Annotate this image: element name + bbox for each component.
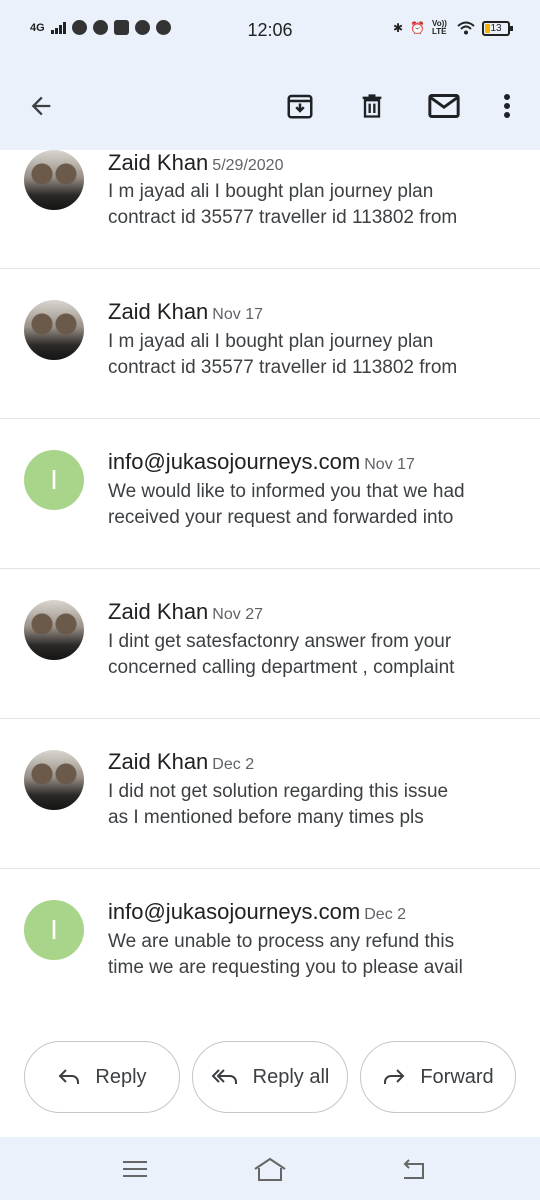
message-date: Nov 27 [212,606,263,623]
action-buttons: Reply Reply all Forward [0,1041,540,1113]
status-bar: 4G 12:06 ✱ ⏰ Vo)) LTE 13 [0,0,540,62]
system-nav-bar [0,1137,540,1200]
back-nav-button[interactable] [392,1155,432,1183]
sender-name: Zaid Khan [108,599,209,624]
message-item[interactable]: Zaid Khan 5/29/2020 I m jayad ali I bough… [0,150,540,269]
message-item[interactable]: Zaid Khan Dec 2 I did not get solution re… [0,719,540,869]
message-snippet-line: I m jayad ali I bought plan journey plan [108,181,434,202]
sender-name: Zaid Khan [108,299,209,324]
message-header: info@jukasojourneys.com Dec 2 [108,899,406,925]
message-snippet-line: I dint get satesfactonry answer from you… [108,631,452,652]
archive-icon [287,94,313,119]
message-date: Dec 2 [364,906,407,923]
reply-label: Reply [95,1065,147,1088]
mark-unread-button[interactable] [422,84,466,128]
bluetooth-icon: ✱ [392,21,404,35]
message-item[interactable]: I info@jukasojourneys.com Dec 2 We are un… [0,869,540,1019]
avatar [24,300,84,360]
reply-button[interactable]: Reply [24,1041,180,1113]
message-snippet-line: as I mentioned before many times pls [108,807,424,828]
message-thread: Zaid Khan 5/29/2020 I m jayad ali I bough… [0,150,540,1019]
more-options-button[interactable] [485,84,529,128]
alarm-icon: ⏰ [410,21,425,35]
message-header: Zaid Khan Nov 27 [108,599,263,625]
wifi-icon [457,21,475,35]
mark-unread-icon [428,94,460,118]
message-item[interactable]: Zaid Khan Nov 27 I dint get satesfactonry… [0,569,540,719]
delete-icon [362,94,382,118]
reply-icon [59,1069,80,1084]
message-snippet-line: We are unable to process any refund this [108,931,455,952]
message-header: info@jukasojourneys.com Nov 17 [108,449,415,475]
message-date: Nov 17 [212,306,263,323]
message-snippet-line: I m jayad ali I bought plan journey plan [108,331,434,352]
forward-button[interactable]: Forward [360,1041,516,1113]
message-header: Zaid Khan 5/29/2020 [108,150,283,176]
message-snippet-line: I did not get solution regarding this is… [108,781,449,802]
message-item[interactable]: Zaid Khan Nov 17 I m jayad ali I bought p… [0,269,540,419]
sender-name: info@jukasojourneys.com [108,899,361,924]
archive-button[interactable] [278,84,322,128]
message-snippet-line: We would like to informed you that we ha… [108,481,465,502]
message-snippet-line: contract id 35577 traveller id 113802 fr… [108,207,458,228]
status-right-icons: ✱ ⏰ Vo)) LTE 13 [392,19,513,36]
avatar: I [24,450,84,510]
message-date: Nov 17 [364,456,415,473]
top-app-bar [0,62,540,150]
home-button[interactable] [250,1155,290,1183]
volte-label: Vo)) LTE [432,19,447,36]
sender-name: info@jukasojourneys.com [108,449,361,474]
message-snippet-line: received your request and forwarded into [108,507,454,528]
message-header: Zaid Khan Dec 2 [108,749,254,775]
system-back-icon [403,1159,424,1179]
message-date: Dec 2 [212,756,255,773]
reply-all-icon [211,1069,237,1084]
avatar: I [24,900,84,960]
avatar [24,600,84,660]
message-snippet-line: time we are requesting you to please ava… [108,957,463,978]
message-date: 5/29/2020 [212,157,284,174]
forward-label: Forward [420,1065,494,1088]
avatar [24,150,84,210]
sender-name: Zaid Khan [108,749,209,774]
message-item[interactable]: I info@jukasojourneys.com Nov 17 We would… [0,419,540,569]
home-icon [254,1157,286,1181]
message-snippet-line: contract id 35577 traveller id 113802 fr… [108,357,458,378]
more-vert-icon [504,94,510,118]
delete-button[interactable] [350,84,394,128]
reply-all-label: Reply all [252,1065,330,1088]
recents-button[interactable] [115,1155,155,1183]
battery-icon: 13 [482,20,513,36]
message-snippet-line: concerned calling department , complaint [108,657,455,678]
sender-name: Zaid Khan [108,150,209,175]
avatar [24,750,84,810]
battery-level: 13 [490,22,502,34]
reply-all-button[interactable]: Reply all [192,1041,348,1113]
menu-icon [123,1161,147,1177]
message-header: Zaid Khan Nov 17 [108,299,263,325]
back-button[interactable] [19,84,63,128]
back-arrow-icon [31,96,51,116]
forward-icon [384,1069,405,1084]
